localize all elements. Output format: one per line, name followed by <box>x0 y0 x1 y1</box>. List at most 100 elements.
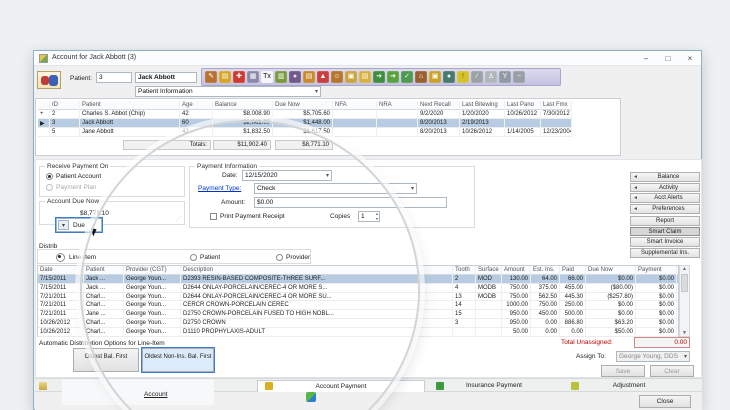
column-header[interactable]: Last Pano <box>505 101 541 110</box>
print-icon[interactable]: ▦ <box>247 71 259 83</box>
lab-case-icon[interactable]: ⌂ <box>415 71 427 83</box>
provider-radio[interactable] <box>276 254 283 261</box>
line-item-row[interactable]: 10/26/2012 Charl... George Youn... D2750 CR… <box>38 318 678 328</box>
alerts-icon[interactable]: ▲ <box>317 71 329 83</box>
smart-claim-button[interactable]: Smart Claim <box>630 226 700 237</box>
patient-radio[interactable] <box>190 254 197 261</box>
date-dropdown[interactable]: 12/15/2020 ▾ <box>242 170 332 181</box>
family-row[interactable]: ▶ 3 Jack Abbott 60 $2,061.00 $1,448.00 8/20/20… <box>38 119 572 128</box>
mirror-icon[interactable]: Y <box>499 71 511 83</box>
copies-spinner[interactable]: 1 ▴ ▾ <box>358 211 380 222</box>
column-header[interactable]: Patient <box>84 266 124 275</box>
referral-icon[interactable]: ➔ <box>373 71 385 83</box>
lightbulb-icon[interactable]: ! <box>457 71 469 83</box>
column-header[interactable]: NRA <box>377 101 418 110</box>
quick-letters-icon[interactable]: ▤ <box>219 71 231 83</box>
scroll-thumb[interactable] <box>681 274 688 292</box>
treatment-plan-icon[interactable]: Tx <box>261 71 273 83</box>
maximize-button[interactable]: □ <box>657 51 679 66</box>
hook-icon[interactable]: ~ <box>513 71 525 83</box>
signature-icon[interactable]: ✎ <box>205 71 217 83</box>
payment-type-dropdown[interactable]: Check ▾ <box>254 183 417 194</box>
line-item-row[interactable]: 7/21/2011 Charl... George Youn... CERCR CRO… <box>38 301 678 311</box>
oldest-non-ins-bal-first-button[interactable]: Oldest Non-Ins. Bal. First <box>141 347 215 373</box>
notes-icon[interactable]: ▤ <box>303 71 315 83</box>
line-item-row[interactable]: 7/21/2011 Charl... George Youn... D2644 ONL… <box>38 292 678 302</box>
report-button[interactable]: Report <box>630 216 700 226</box>
patient-id-field[interactable]: 3 <box>96 72 132 83</box>
line-item-scrollbar[interactable]: ▲ ▼ <box>679 265 690 337</box>
patient-account-radio[interactable] <box>46 173 53 180</box>
line-item-radio[interactable] <box>56 253 65 262</box>
save-button[interactable]: Save <box>601 365 645 377</box>
print-receipt-checkbox[interactable] <box>210 213 217 220</box>
column-header[interactable]: Due Now <box>273 101 333 110</box>
tab-insurance-payment[interactable]: Insurance Payment <box>428 380 560 392</box>
amount-field[interactable]: $0.00 <box>254 197 447 208</box>
close-button[interactable]: Close <box>639 395 691 408</box>
oldest-bal-first-button[interactable]: Oldest Bal. First <box>73 348 139 372</box>
smart-invoice-button[interactable]: Smart Invoice <box>630 237 700 247</box>
minimize-button[interactable]: – <box>635 51 657 66</box>
column-header[interactable]: Last Fmx <box>541 101 572 110</box>
title-bar[interactable]: Account for Jack Abbott (3) – □ × <box>34 51 701 66</box>
guarantor-icon[interactable]: ☺ <box>331 71 343 83</box>
perio-chart-icon[interactable]: ▥ <box>275 71 287 83</box>
column-header[interactable]: Tooth <box>453 266 476 275</box>
copy-icon[interactable]: ▣ <box>429 71 441 83</box>
line-item-row[interactable]: 7/21/2011 Jane ... George Youn... D2750 CRO… <box>38 310 678 319</box>
apply-icon[interactable]: ✓ <box>401 71 413 83</box>
column-header[interactable]: Balance <box>213 101 273 110</box>
tooth-icon[interactable]: ♙ <box>485 71 497 83</box>
column-header[interactable] <box>38 101 50 110</box>
camera-icon[interactable]: ● <box>443 71 455 83</box>
folder-icon[interactable] <box>39 382 47 390</box>
family-row[interactable]: 5 Jane Abbott 42 $1,832.50 $1,617.50 8/20/201… <box>38 128 572 137</box>
supplemental-ins--button[interactable]: Supplemental Ins. <box>630 248 700 258</box>
toggle-balance-button[interactable]: ◄ Balance <box>630 172 700 182</box>
account-tab[interactable]: Account <box>144 391 168 398</box>
toggle-preferences-button[interactable]: ◄ Preferences <box>630 204 700 214</box>
family-members-icon[interactable] <box>37 71 61 89</box>
probe-icon[interactable]: ∕ <box>471 71 483 83</box>
column-header[interactable]: Amount <box>502 266 531 275</box>
patient-info-dropdown[interactable]: Patient Information ▾ <box>135 86 321 97</box>
patient-name-field[interactable]: Jack Abbott <box>135 72 197 83</box>
column-header[interactable]: Paid <box>560 266 586 275</box>
line-item-row[interactable]: 7/15/2011 Jack ... George Youn... D2393 RES… <box>38 275 678 284</box>
scroll-down-icon[interactable]: ▼ <box>680 330 689 336</box>
assign-to-dropdown[interactable]: George Young, DDS ▾ <box>616 351 690 362</box>
column-header[interactable]: Description <box>181 266 453 275</box>
family-row[interactable]: +2 Charles S. Abbot (Chip) 42 $8,008.90 $5,7… <box>38 110 572 119</box>
column-header[interactable]: Surface <box>476 266 502 275</box>
toggle-activity-button[interactable]: ◄ Activity <box>630 182 700 193</box>
family-file-icon[interactable]: ▣ <box>345 71 357 83</box>
line-item-row[interactable]: 7/15/2011 Jack ... George Youn... D2644 ONL… <box>38 283 678 293</box>
scroll-up-icon[interactable]: ▲ <box>680 266 689 272</box>
column-header[interactable]: Age <box>180 101 213 110</box>
tab-account-payment[interactable]: Account Payment <box>257 380 425 392</box>
column-header[interactable]: Last Bitewing <box>460 101 505 110</box>
column-header[interactable]: Payment <box>636 266 677 275</box>
column-header[interactable]: Date <box>38 266 84 275</box>
toggle-acct-alerts-button[interactable]: ◄ Acct Alerts <box>630 193 700 203</box>
transfer-icon[interactable]: ➔ <box>387 71 399 83</box>
presenter-icon[interactable]: ● <box>289 71 301 83</box>
column-header[interactable]: Next Recall <box>418 101 460 110</box>
documents-icon[interactable]: ▤ <box>359 71 371 83</box>
column-header[interactable]: Due Now <box>586 266 636 275</box>
column-header[interactable]: Provider (CGT) <box>124 266 181 275</box>
column-header[interactable]: Est. Ins. <box>531 266 560 275</box>
health-history-icon[interactable]: ✚ <box>233 71 245 83</box>
spinner-arrows-icon[interactable]: ▴ ▾ <box>376 212 378 221</box>
column-header[interactable]: ID <box>50 101 80 110</box>
walkout-tab-icon[interactable] <box>306 392 316 402</box>
column-header[interactable]: Patient <box>80 101 180 110</box>
column-header[interactable]: NFA <box>333 101 377 110</box>
tab-adjustment[interactable]: Adjustment <box>563 380 695 392</box>
close-window-button[interactable]: × <box>679 51 701 66</box>
payment-plan-radio[interactable] <box>46 184 53 191</box>
line-item-row[interactable]: 10/26/2012 Charl... George Youn... D1110 PR… <box>38 327 678 337</box>
payment-type-link[interactable]: Payment Type: <box>198 185 241 192</box>
clear-button[interactable]: Clear <box>650 365 694 377</box>
